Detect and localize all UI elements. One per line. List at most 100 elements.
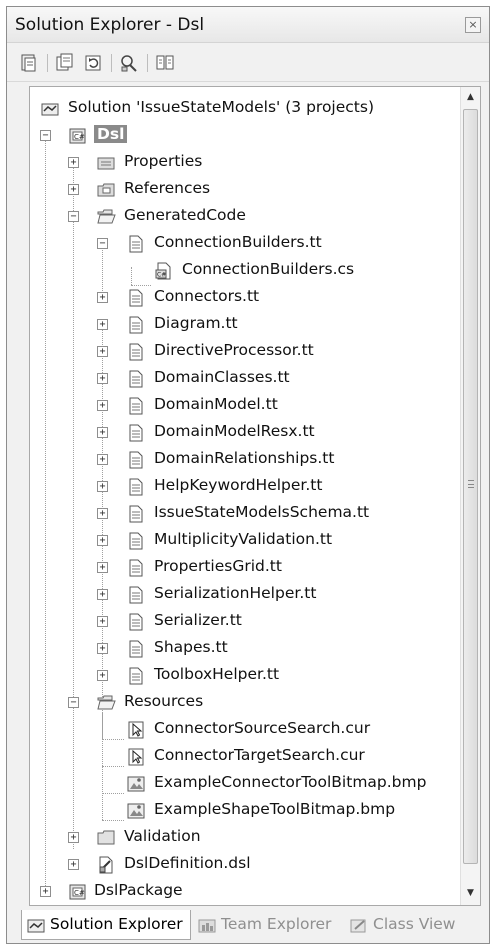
tree-item-references[interactable]: + References — [30, 176, 460, 203]
tree-item-label: Validation — [124, 827, 201, 845]
view-class-diagram-icon[interactable] — [119, 53, 139, 73]
solution-tree-pane[interactable]: Solution 'IssueStateModels' (3 projects)… — [29, 86, 481, 906]
text-template-file-icon — [129, 586, 143, 604]
tree-item-label: DomainModel.tt — [154, 395, 278, 413]
tree-item-file[interactable]: + DomainRelationships.tt — [30, 446, 460, 473]
tree-item-properties[interactable]: + Properties — [30, 149, 460, 176]
tree-item-label: DirectiveProcessor.tt — [154, 341, 314, 359]
expand-toggle[interactable]: + — [68, 184, 79, 195]
expand-toggle[interactable]: + — [68, 832, 79, 843]
expand-toggle[interactable]: + — [97, 373, 108, 384]
collapse-toggle[interactable]: − — [97, 238, 108, 249]
tree-item-file[interactable]: ExampleConnectorToolBitmap.bmp — [30, 770, 460, 797]
tree-item-file[interactable]: + MultiplicityValidation.tt — [30, 527, 460, 554]
expand-toggle[interactable]: + — [40, 886, 51, 897]
collapse-toggle[interactable]: − — [40, 130, 51, 141]
tree-item-solution[interactable]: Solution 'IssueStateModels' (3 projects) — [30, 95, 460, 122]
tree-item-file[interactable]: + DomainModelResx.tt — [30, 419, 460, 446]
tree-item-file[interactable]: + DomainModel.tt — [30, 392, 460, 419]
show-all-files-icon[interactable] — [55, 53, 75, 73]
bitmap-file-icon — [127, 803, 145, 819]
scroll-up-arrow[interactable]: ▲ — [461, 87, 480, 107]
expand-toggle[interactable]: + — [97, 346, 108, 357]
tree-item-label: MultiplicityValidation.tt — [154, 530, 333, 548]
tree-item-file[interactable]: + DirectiveProcessor.tt — [30, 338, 460, 365]
expand-toggle[interactable]: + — [97, 292, 108, 303]
tree-item-label: Resources — [124, 692, 204, 710]
references-folder-icon — [97, 183, 115, 197]
text-template-file-icon — [129, 451, 143, 469]
tree-item-file[interactable]: + ToolboxHelper.tt — [30, 662, 460, 689]
team-explorer-icon — [198, 919, 216, 933]
expand-toggle[interactable]: + — [68, 859, 79, 870]
tree-item-resources[interactable]: − Resources — [30, 689, 460, 716]
tree-item-generated-code[interactable]: − GeneratedCode — [30, 203, 460, 230]
text-template-file-icon — [129, 613, 143, 631]
collapse-toggle[interactable]: − — [68, 697, 79, 708]
tree-item-label: ExampleShapeToolBitmap.bmp — [154, 800, 396, 818]
tree-item-label: Properties — [124, 152, 203, 170]
expand-toggle[interactable]: + — [97, 643, 108, 654]
solution-icon — [41, 103, 59, 116]
close-button[interactable]: × — [465, 17, 481, 33]
tree-item-validation[interactable]: + Validation — [30, 824, 460, 851]
tab-solution-explorer[interactable]: Solution Explorer — [21, 910, 191, 940]
tree-item-label: DslDefinition.dsl — [124, 854, 251, 872]
text-template-file-icon — [129, 532, 143, 550]
window-title: Solution Explorer - Dsl — [15, 15, 205, 35]
tree-item-file[interactable]: ConnectorSourceSearch.cur — [30, 716, 460, 743]
expand-toggle[interactable]: + — [97, 508, 108, 519]
tree-item-file[interactable]: − ConnectionBuilders.tt — [30, 230, 460, 257]
text-template-file-icon — [129, 667, 143, 685]
text-template-file-icon — [129, 370, 143, 388]
tree-item-dsl-definition[interactable]: + DslDefinition.dsl — [30, 851, 460, 878]
tree-item-label: Serializer.tt — [154, 611, 242, 629]
tree-item-file[interactable]: + Serializer.tt — [30, 608, 460, 635]
collapse-toggle[interactable]: − — [68, 211, 79, 222]
expand-toggle[interactable]: + — [97, 427, 108, 438]
expand-toggle[interactable]: + — [97, 670, 108, 681]
expand-toggle[interactable]: + — [97, 400, 108, 411]
tree-item-file[interactable]: ExampleShapeToolBitmap.bmp — [30, 797, 460, 824]
tree-item-file[interactable]: + Connectors.tt — [30, 284, 460, 311]
tree-item-file[interactable]: ConnectorTargetSearch.cur — [30, 743, 460, 770]
refresh-icon[interactable] — [83, 53, 103, 73]
expand-toggle[interactable]: + — [97, 319, 108, 330]
title-bar: Solution Explorer - Dsl × — [7, 7, 489, 43]
tab-team-explorer[interactable]: Team Explorer — [193, 910, 343, 940]
tree-item-label: Dsl — [94, 125, 128, 143]
text-template-file-icon — [129, 559, 143, 577]
expand-toggle[interactable]: + — [97, 562, 108, 573]
cursor-file-icon — [128, 721, 144, 739]
vertical-scrollbar[interactable]: ▲ ▼ — [460, 87, 480, 905]
scroll-down-arrow[interactable]: ▼ — [461, 883, 480, 903]
toolbar — [7, 44, 489, 82]
solution-explorer-icon — [27, 919, 45, 933]
expand-toggle[interactable]: + — [97, 589, 108, 600]
tree-item-file[interactable]: + HelpKeywordHelper.tt — [30, 473, 460, 500]
text-template-file-icon — [129, 343, 143, 361]
expand-toggle[interactable]: + — [68, 157, 79, 168]
tree-item-file[interactable]: + IssueStateModelsSchema.tt — [30, 500, 460, 527]
tree-item-file[interactable]: + SerializationHelper.tt — [30, 581, 460, 608]
properties-icon[interactable] — [19, 53, 39, 73]
tree-item-label: ConnectorTargetSearch.cur — [154, 746, 365, 764]
transform-templates-icon[interactable] — [155, 53, 175, 73]
expand-toggle[interactable]: + — [97, 481, 108, 492]
expand-toggle[interactable]: + — [97, 454, 108, 465]
tree-item-file[interactable]: + DomainClasses.tt — [30, 365, 460, 392]
bitmap-file-icon — [127, 776, 145, 792]
tree-item-label: Connectors.tt — [154, 287, 260, 305]
tree-item-label: HelpKeywordHelper.tt — [154, 476, 323, 494]
tree-item-label: ConnectionBuilders.cs — [182, 260, 355, 278]
tree-item-project-dsl[interactable]: − C# Dsl — [30, 122, 460, 149]
tree-item-file[interactable]: + Shapes.tt — [30, 635, 460, 662]
expand-toggle[interactable]: + — [97, 616, 108, 627]
tab-class-view[interactable]: Class View — [345, 910, 483, 940]
scroll-thumb[interactable] — [463, 109, 478, 864]
tree-item-project-dsl-package[interactable]: + C# DslPackage — [30, 878, 460, 905]
tree-item-file[interactable]: + PropertiesGrid.tt — [30, 554, 460, 581]
tree-item-file[interactable]: C# ConnectionBuilders.cs — [30, 257, 460, 284]
expand-toggle[interactable]: + — [97, 535, 108, 546]
tree-item-file[interactable]: + Diagram.tt — [30, 311, 460, 338]
